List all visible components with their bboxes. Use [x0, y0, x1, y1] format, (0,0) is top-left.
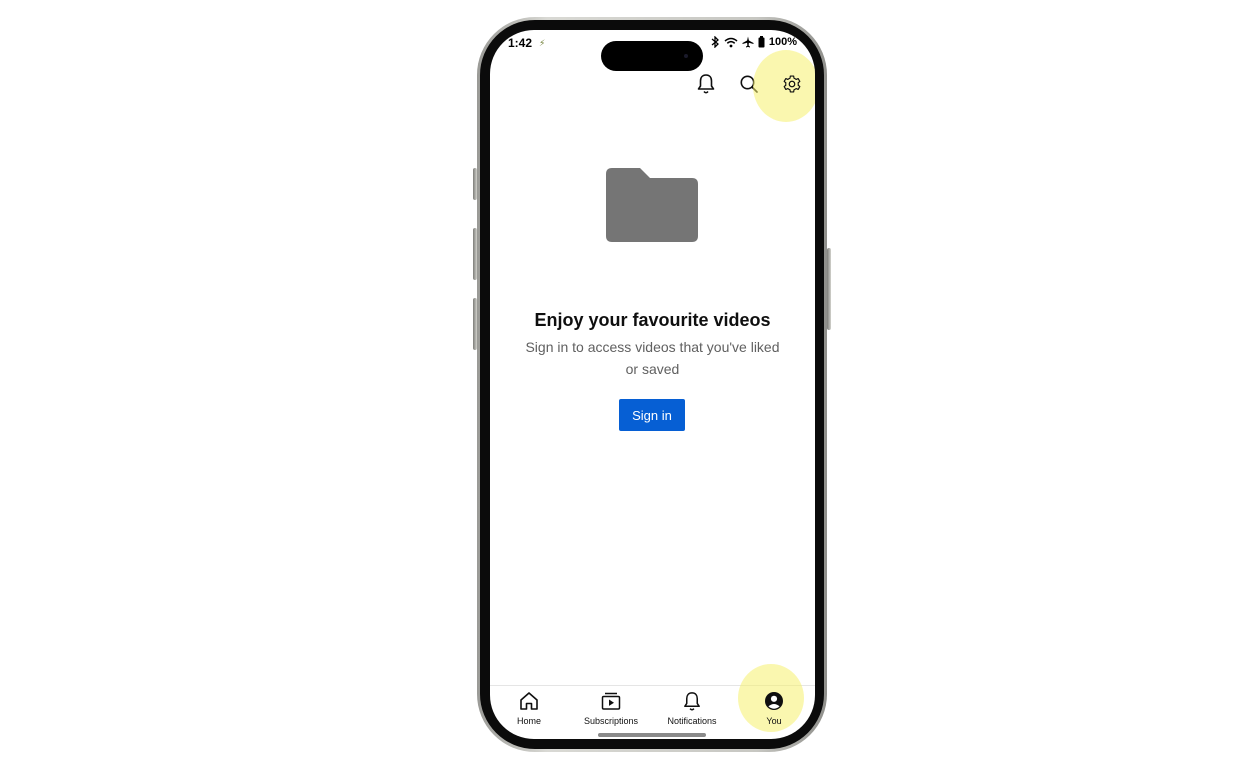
settings-gear-icon[interactable] — [780, 72, 804, 96]
home-icon — [517, 689, 541, 713]
status-icons: 100% — [711, 36, 797, 48]
nav-label-you: You — [766, 716, 782, 726]
battery-percentage: 100% — [768, 36, 797, 48]
account-circle-icon — [762, 689, 786, 713]
wifi-icon — [724, 37, 738, 48]
empty-state-title: Enjoy your favourite videos — [534, 310, 771, 330]
nav-item-you[interactable]: You — [739, 689, 809, 729]
volume-up-button — [473, 228, 477, 280]
nav-label-subscriptions: Subscriptions — [583, 716, 639, 726]
action-button — [473, 168, 477, 200]
nav-item-home[interactable]: Home — [494, 689, 564, 729]
status-app-indicator: ⚡ — [539, 38, 546, 48]
sign-in-button[interactable]: Sign in — [619, 399, 685, 431]
app-screen: 1:42 ⚡ 100% Enjoy your favourite videos … — [490, 30, 815, 739]
home-indicator[interactable] — [598, 733, 706, 737]
nav-item-subscriptions[interactable]: Subscriptions — [576, 689, 646, 729]
folder-icon — [606, 168, 698, 247]
bluetooth-icon — [711, 36, 720, 48]
camera-dot — [684, 54, 688, 58]
nav-label-notifications: Notifications — [667, 716, 717, 726]
volume-down-button — [473, 298, 477, 350]
notifications-bell-icon[interactable] — [694, 72, 718, 96]
battery-icon — [758, 36, 765, 48]
power-button — [827, 248, 831, 330]
nav-label-home: Home — [516, 716, 541, 726]
bell-icon — [680, 689, 704, 713]
status-time: 1:42 — [508, 36, 533, 50]
dynamic-island — [601, 41, 703, 71]
subscriptions-icon — [599, 689, 623, 713]
nav-item-notifications[interactable]: Notifications — [657, 689, 727, 729]
airplane-icon — [742, 36, 754, 48]
empty-state-subtitle: Sign in to access videos that you've lik… — [525, 339, 780, 377]
